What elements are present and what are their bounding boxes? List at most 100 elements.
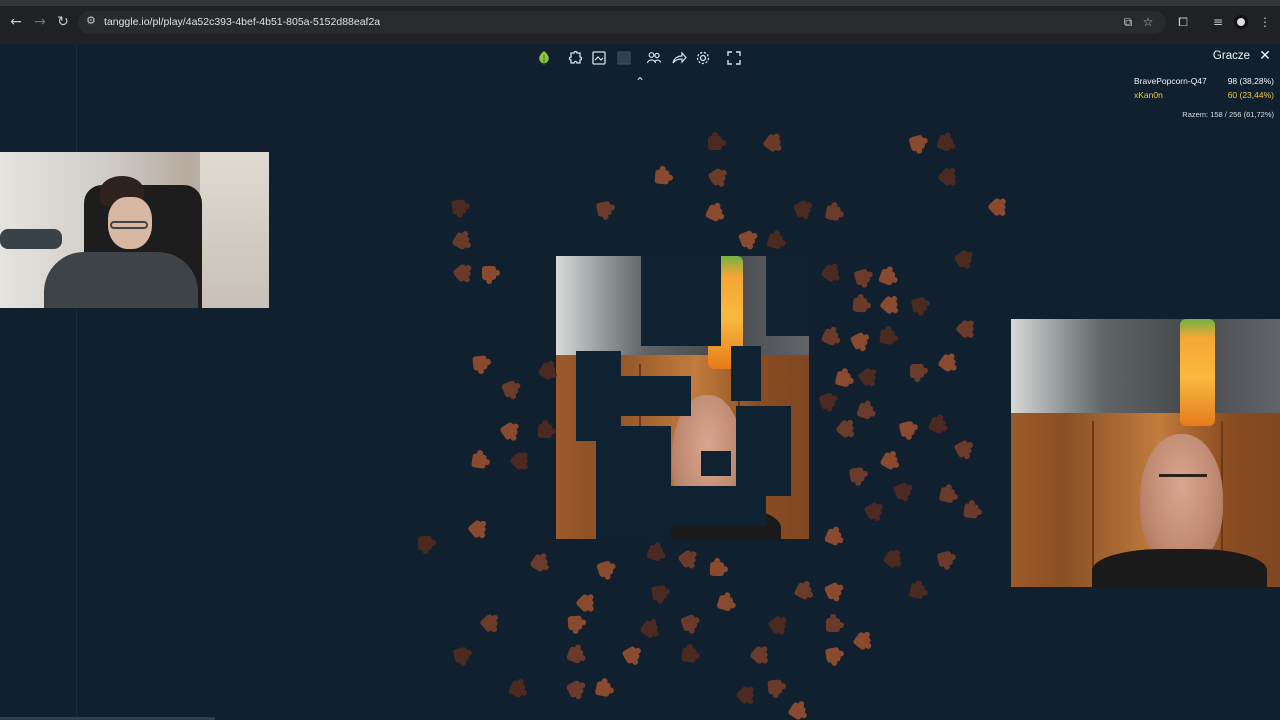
puzzle-piece[interactable] bbox=[824, 204, 842, 222]
puzzle-piece[interactable] bbox=[823, 581, 843, 601]
puzzle-piece[interactable] bbox=[908, 134, 926, 152]
puzzle-piece[interactable] bbox=[849, 467, 865, 483]
puzzle-piece[interactable] bbox=[681, 647, 697, 663]
puzzle-piece[interactable] bbox=[452, 263, 472, 283]
puzzle-piece[interactable] bbox=[879, 295, 899, 315]
puzzle-piece[interactable] bbox=[646, 544, 664, 562]
puzzle-piece[interactable] bbox=[567, 615, 583, 631]
collapse-toolbar-icon[interactable]: ⌃ bbox=[632, 75, 648, 89]
address-bar[interactable]: ⚙ tanggle.io/pl/play/4a52c393-4bef-4b51-… bbox=[78, 11, 1166, 34]
puzzle-piece[interactable] bbox=[882, 549, 902, 569]
puzzle-piece[interactable] bbox=[963, 503, 979, 519]
puzzle-piece[interactable] bbox=[716, 594, 734, 612]
puzzle-piece[interactable] bbox=[762, 133, 782, 153]
tree-icon[interactable] bbox=[532, 46, 556, 70]
puzzle-piece[interactable] bbox=[936, 550, 954, 568]
puzzle-piece[interactable] bbox=[575, 593, 595, 613]
puzzle-piece[interactable] bbox=[927, 415, 947, 435]
puzzle-piece[interactable] bbox=[835, 419, 855, 439]
puzzle-piece[interactable] bbox=[565, 645, 585, 665]
puzzle-piece[interactable] bbox=[792, 199, 812, 219]
puzzle-icon[interactable] bbox=[563, 46, 587, 70]
puzzle-piece[interactable] bbox=[825, 617, 841, 633]
puzzle-piece[interactable] bbox=[937, 167, 957, 187]
reload-icon[interactable]: ↻ bbox=[55, 14, 71, 30]
puzzle-piece[interactable] bbox=[878, 268, 896, 286]
puzzle-piece[interactable] bbox=[451, 231, 471, 251]
puzzle-piece[interactable] bbox=[654, 169, 670, 185]
bookmark-star-icon[interactable]: ☆ bbox=[1140, 14, 1156, 30]
back-icon[interactable]: ← bbox=[8, 14, 24, 30]
puzzle-piece[interactable] bbox=[481, 265, 497, 281]
puzzle-piece[interactable] bbox=[787, 701, 807, 720]
puzzle-piece[interactable] bbox=[565, 679, 585, 699]
puzzle-piece[interactable] bbox=[852, 631, 872, 651]
fullscreen-icon[interactable] bbox=[722, 46, 746, 70]
puzzle-piece[interactable] bbox=[677, 549, 697, 569]
puzzle-piece[interactable] bbox=[594, 680, 612, 698]
puzzle-piece[interactable] bbox=[596, 560, 614, 578]
forward-icon[interactable]: → bbox=[32, 14, 48, 30]
puzzle-piece[interactable] bbox=[953, 439, 973, 459]
puzzle-piece[interactable] bbox=[892, 481, 912, 501]
puzzle-piece[interactable] bbox=[680, 614, 698, 632]
puzzle-piece[interactable] bbox=[479, 613, 499, 633]
puzzle-piece[interactable] bbox=[955, 319, 975, 339]
puzzle-piece[interactable] bbox=[852, 297, 868, 313]
close-icon[interactable]: ✕ bbox=[1258, 49, 1272, 63]
puzzle-piece[interactable] bbox=[908, 582, 926, 600]
menu-dots-icon[interactable]: ⋮ bbox=[1257, 14, 1273, 30]
puzzle-piece[interactable] bbox=[507, 679, 527, 699]
puzzle-piece[interactable] bbox=[909, 363, 925, 379]
puzzle-piece[interactable] bbox=[856, 402, 874, 420]
puzzle-piece[interactable] bbox=[767, 679, 783, 695]
media-control-icon[interactable]: ≡ bbox=[1210, 14, 1226, 30]
settings-icon[interactable] bbox=[691, 46, 715, 70]
puzzle-game-area[interactable]: ⌃ Gracze ✕ BravePopcorn-Q47 98 (38,28%) … bbox=[0, 44, 1280, 720]
puzzle-piece[interactable] bbox=[452, 646, 470, 664]
puzzle-piece[interactable] bbox=[937, 353, 957, 373]
puzzle-piece[interactable] bbox=[823, 527, 843, 547]
puzzle-piece[interactable] bbox=[953, 249, 973, 269]
profile-avatar[interactable] bbox=[1234, 15, 1248, 29]
puzzle-piece[interactable] bbox=[639, 619, 659, 639]
puzzle-piece[interactable] bbox=[879, 451, 899, 471]
puzzle-piece[interactable] bbox=[767, 615, 787, 635]
puzzle-piece[interactable] bbox=[987, 197, 1007, 217]
puzzle-piece[interactable] bbox=[834, 370, 852, 388]
puzzle-piece[interactable] bbox=[537, 423, 553, 439]
puzzle-piece[interactable] bbox=[820, 327, 840, 347]
puzzle-piece[interactable] bbox=[471, 453, 487, 469]
puzzle-piece[interactable] bbox=[749, 645, 769, 665]
extensions-icon[interactable]: ⧠ bbox=[1175, 14, 1191, 30]
square-icon[interactable] bbox=[612, 46, 636, 70]
puzzle-piece[interactable] bbox=[467, 519, 487, 539]
url-text[interactable]: tanggle.io/pl/play/4a52c393-4bef-4b51-80… bbox=[104, 16, 380, 28]
puzzle-piece[interactable] bbox=[509, 451, 529, 471]
puzzle-piece[interactable] bbox=[707, 167, 727, 187]
puzzle-piece[interactable] bbox=[529, 553, 549, 573]
install-app-icon[interactable]: ⧉ bbox=[1120, 14, 1136, 30]
puzzle-piece[interactable] bbox=[938, 486, 956, 504]
puzzle-piece[interactable] bbox=[537, 361, 557, 381]
puzzle-piece[interactable] bbox=[737, 229, 757, 249]
puzzle-piece[interactable] bbox=[898, 420, 916, 438]
share-icon[interactable] bbox=[667, 46, 691, 70]
puzzle-piece[interactable] bbox=[910, 296, 928, 314]
puzzle-piece[interactable] bbox=[935, 133, 955, 153]
puzzle-piece[interactable] bbox=[451, 199, 467, 215]
puzzle-piece[interactable] bbox=[878, 328, 896, 346]
image-icon[interactable] bbox=[587, 46, 611, 70]
puzzle-piece[interactable] bbox=[824, 646, 842, 664]
puzzle-piece[interactable] bbox=[818, 392, 836, 410]
puzzle-piece[interactable] bbox=[766, 232, 784, 250]
puzzle-piece[interactable] bbox=[708, 132, 726, 150]
puzzle-piece[interactable] bbox=[417, 535, 433, 551]
puzzle-piece[interactable] bbox=[857, 367, 877, 387]
puzzle-piece[interactable] bbox=[820, 263, 840, 283]
puzzle-piece[interactable] bbox=[650, 584, 668, 602]
puzzle-piece[interactable] bbox=[853, 268, 871, 286]
puzzle-piece[interactable] bbox=[863, 501, 883, 521]
puzzle-piece[interactable] bbox=[704, 203, 724, 223]
puzzle-piece[interactable] bbox=[709, 561, 725, 577]
